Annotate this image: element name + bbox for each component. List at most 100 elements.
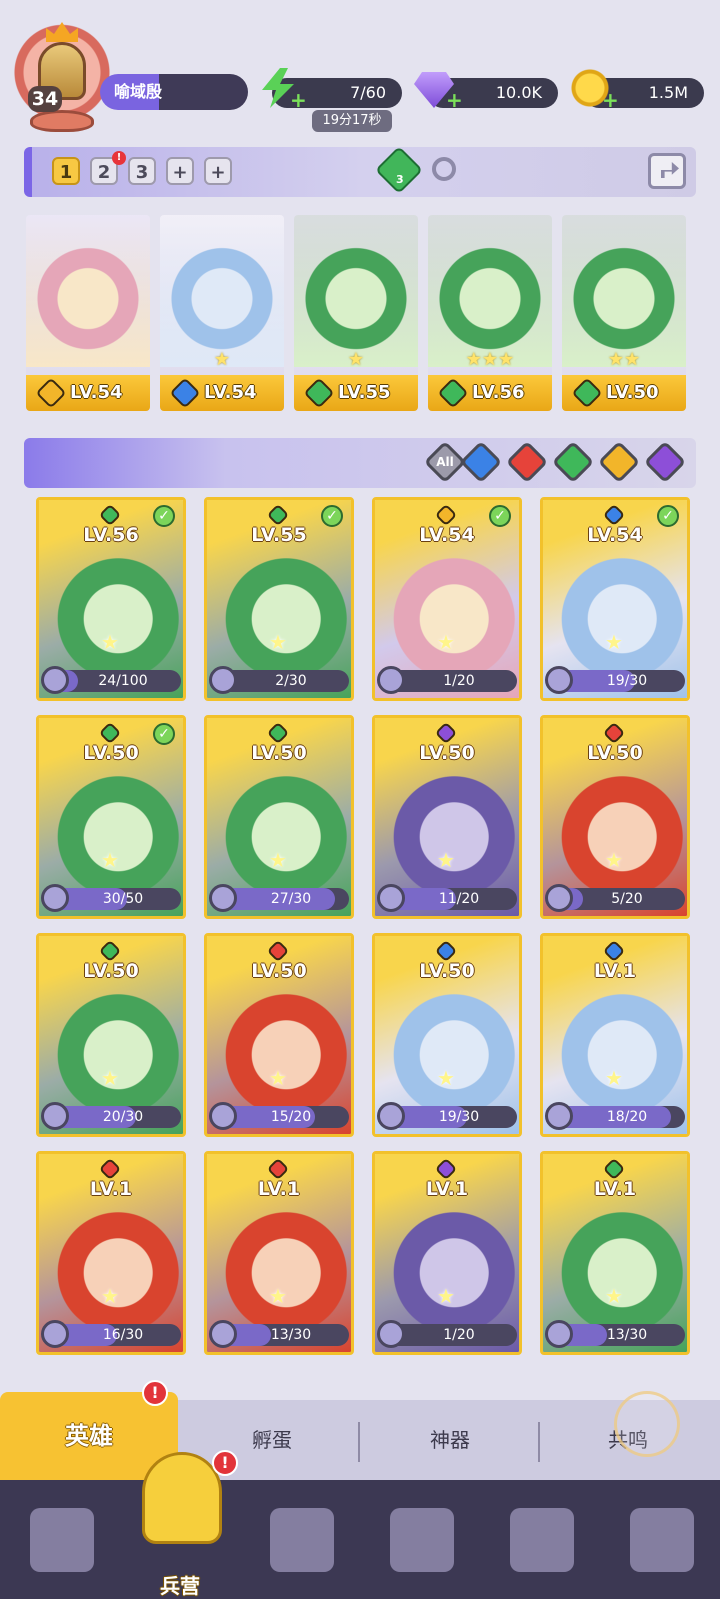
hero-card[interactable]: LV.50 ★ 15/20	[204, 933, 354, 1137]
hero-level: LV.54	[419, 524, 475, 546]
shard-icon	[377, 666, 405, 694]
filter-light-icon[interactable]	[597, 440, 641, 484]
tab-divider	[358, 1422, 360, 1462]
shard-count: 30/50	[102, 891, 144, 907]
shard-icon	[41, 1102, 69, 1130]
hero-stars: ★★★	[465, 349, 515, 370]
nav-cards[interactable]	[0, 1480, 120, 1599]
shard-count: 11/20	[438, 891, 480, 907]
sparkle-icon: ★	[437, 848, 455, 872]
hero-card[interactable]: LV.50 ✓ ★ 30/50	[36, 715, 186, 919]
hero-card[interactable]: LV.50 ★ 11/20	[372, 715, 522, 919]
player-avatar[interactable]: 34	[12, 22, 112, 134]
in-team-check-icon: ✓	[321, 505, 343, 527]
hero-card[interactable]: LV.1 ★ 13/30	[204, 1151, 354, 1355]
sparkle-icon: ★	[101, 630, 119, 654]
add-energy-icon[interactable]: +	[290, 90, 307, 110]
hero-card[interactable]: LV.54 ✓ ★ 19/30	[540, 497, 690, 701]
coins-display[interactable]: + 1.5M	[570, 68, 704, 110]
add-gems-icon[interactable]: +	[446, 90, 463, 110]
shard-progress: 11/20	[377, 884, 517, 912]
nav-guild[interactable]	[600, 1480, 720, 1599]
book-icon	[270, 1508, 334, 1572]
magnify-icon[interactable]	[432, 157, 456, 181]
shard-count: 1/20	[443, 673, 475, 689]
team-hero-card[interactable]: ★★★ LV.56	[428, 215, 552, 411]
tab-artifact[interactable]: 神器	[362, 1400, 538, 1480]
hero-card[interactable]: LV.50 ★ 20/30	[36, 933, 186, 1137]
sparkle-icon: ★	[605, 1284, 623, 1308]
team-hero-card[interactable]: ★★ LV.50	[562, 215, 686, 411]
sparkle-icon: ★	[269, 848, 287, 872]
hero-card[interactable]: LV.1 ★ 13/30	[540, 1151, 690, 1355]
hero-level: LV.1	[593, 1178, 637, 1200]
shard-count: 19/30	[438, 1109, 480, 1125]
barracks-icon	[142, 1452, 222, 1544]
synergy-icon[interactable]	[374, 145, 424, 195]
shard-icon	[41, 666, 69, 694]
hero-card[interactable]: LV.1 ★ 18/20	[540, 933, 690, 1137]
team-hero-card[interactable]: LV.54	[26, 215, 150, 411]
shard-progress: 24/100	[41, 666, 181, 694]
sparkle-icon: ★	[101, 1066, 119, 1090]
sparkle-icon: ★	[605, 848, 623, 872]
hero-card[interactable]: LV.1 ★ 16/30	[36, 1151, 186, 1355]
shard-icon	[377, 1320, 405, 1348]
hero-level: LV.56	[83, 524, 139, 546]
hero-card[interactable]: LV.50 ★ 19/30	[372, 933, 522, 1137]
floating-assist-button[interactable]	[614, 1391, 680, 1457]
crown-icon	[46, 22, 78, 42]
shard-count: 16/30	[102, 1327, 144, 1343]
shard-progress: 27/30	[209, 884, 349, 912]
shard-progress: 1/20	[377, 666, 517, 694]
filter-nature-icon[interactable]	[551, 440, 595, 484]
shard-icon	[41, 884, 69, 912]
energy-timer: 19分17秒	[312, 110, 392, 132]
sparkle-icon: ★	[101, 848, 119, 872]
nav-castle[interactable]	[360, 1480, 480, 1599]
team-hero-card[interactable]: ★ LV.55	[294, 215, 418, 411]
hero-level: LV.54	[587, 524, 643, 546]
hero-stars: ★	[347, 349, 365, 370]
shard-progress: 13/30	[545, 1320, 685, 1348]
filter-dark-icon[interactable]	[643, 440, 687, 484]
shard-progress: 2/30	[209, 666, 349, 694]
shard-icon	[377, 1102, 405, 1130]
sub-tab-bar: 英雄 ! 孵蛋 神器 共鸣	[0, 1380, 720, 1480]
hero-level: LV.50	[587, 742, 643, 764]
hero-card[interactable]: LV.56 ✓ ★ 24/100	[36, 497, 186, 701]
player-name[interactable]: 喻域殷	[100, 74, 248, 110]
sparkle-icon: ★	[437, 1284, 455, 1308]
hero-card[interactable]: LV.50 ★ 27/30	[204, 715, 354, 919]
share-icon[interactable]	[648, 153, 686, 189]
sparkle-icon: ★	[269, 630, 287, 654]
hero-level: LV.1	[593, 960, 637, 982]
sparkle-icon: ★	[437, 1066, 455, 1090]
sparkle-icon: ★	[269, 1284, 287, 1308]
hero-level: LV.50	[419, 960, 475, 982]
team-slot-4[interactable]: +	[166, 157, 194, 185]
hero-portrait	[160, 215, 284, 367]
shard-icon	[377, 884, 405, 912]
nav-codex[interactable]	[240, 1480, 360, 1599]
team-slot-1[interactable]: 1	[52, 157, 80, 185]
filter-fire-icon[interactable]	[505, 440, 549, 484]
shard-progress: 20/30	[41, 1102, 181, 1130]
energy-display[interactable]: + 7/60	[262, 68, 402, 110]
shard-count: 1/20	[443, 1327, 475, 1343]
team-slot-2[interactable]: 2!	[90, 151, 126, 185]
nav-barracks[interactable]: ! 兵营	[120, 1450, 240, 1599]
team-slot-3[interactable]: 3	[128, 157, 156, 185]
shard-count: 13/30	[270, 1327, 312, 1343]
gems-display[interactable]: + 10.0K	[414, 72, 558, 110]
shard-progress: 15/20	[209, 1102, 349, 1130]
team-slot-5[interactable]: +	[204, 157, 232, 185]
team-hero-card[interactable]: ★ LV.54	[160, 215, 284, 411]
hero-card[interactable]: LV.50 ★ 5/20	[540, 715, 690, 919]
hero-card[interactable]: LV.54 ✓ ★ 1/20	[372, 497, 522, 701]
add-coins-icon[interactable]: +	[602, 90, 619, 110]
nav-mushroom[interactable]	[480, 1480, 600, 1599]
hero-card[interactable]: LV.1 ★ 1/20	[372, 1151, 522, 1355]
hero-card[interactable]: LV.55 ✓ ★ 2/30	[204, 497, 354, 701]
filter-water-icon[interactable]	[459, 440, 503, 484]
